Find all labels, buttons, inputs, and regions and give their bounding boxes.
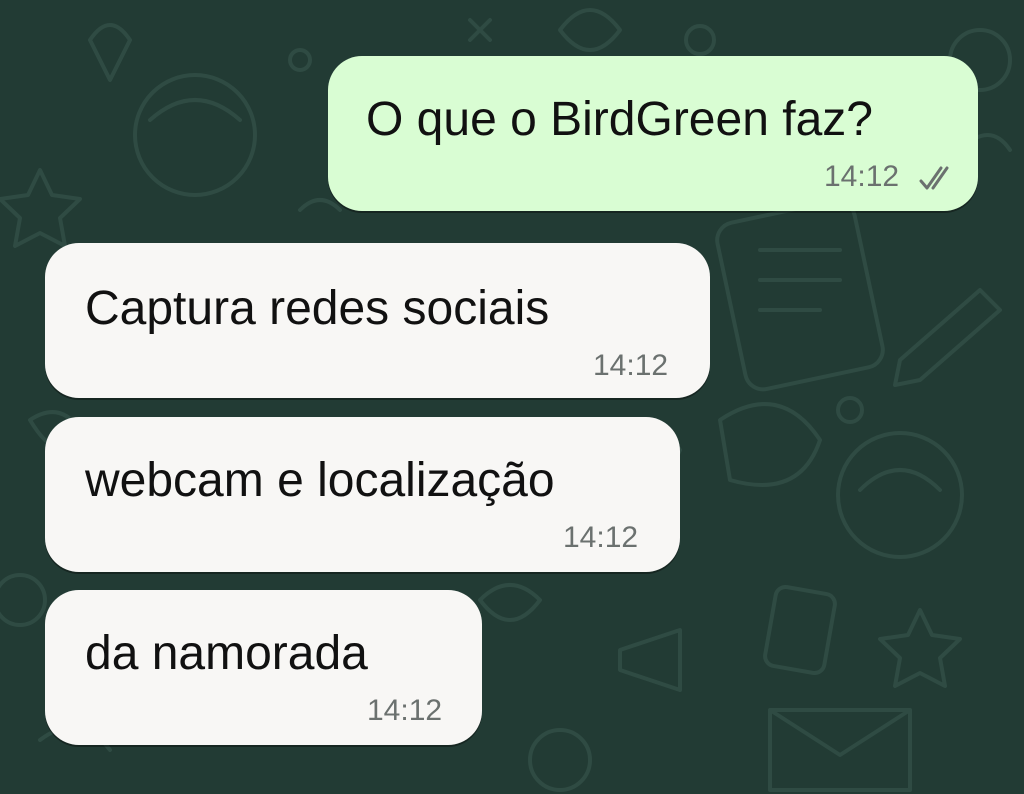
message-time: 14:12 bbox=[367, 694, 443, 727]
message-text: Captura redes sociais bbox=[85, 282, 550, 335]
message-time: 14:12 bbox=[563, 521, 639, 554]
message-time: 14:12 bbox=[824, 160, 900, 193]
incoming-message-bubble[interactable]: da namorada 14:12 bbox=[45, 590, 482, 745]
message-text: da namorada bbox=[85, 627, 368, 680]
message-text: webcam e localização bbox=[85, 454, 555, 507]
incoming-message-bubble[interactable]: Captura redes sociais 14:12 bbox=[45, 243, 710, 398]
incoming-message-bubble[interactable]: webcam e localização 14:12 bbox=[45, 417, 680, 572]
outgoing-message-bubble[interactable]: O que o BirdGreen faz? 14:12 bbox=[328, 56, 978, 211]
message-time: 14:12 bbox=[593, 349, 669, 382]
message-text: O que o BirdGreen faz? bbox=[366, 93, 873, 146]
double-check-icon bbox=[919, 166, 949, 190]
